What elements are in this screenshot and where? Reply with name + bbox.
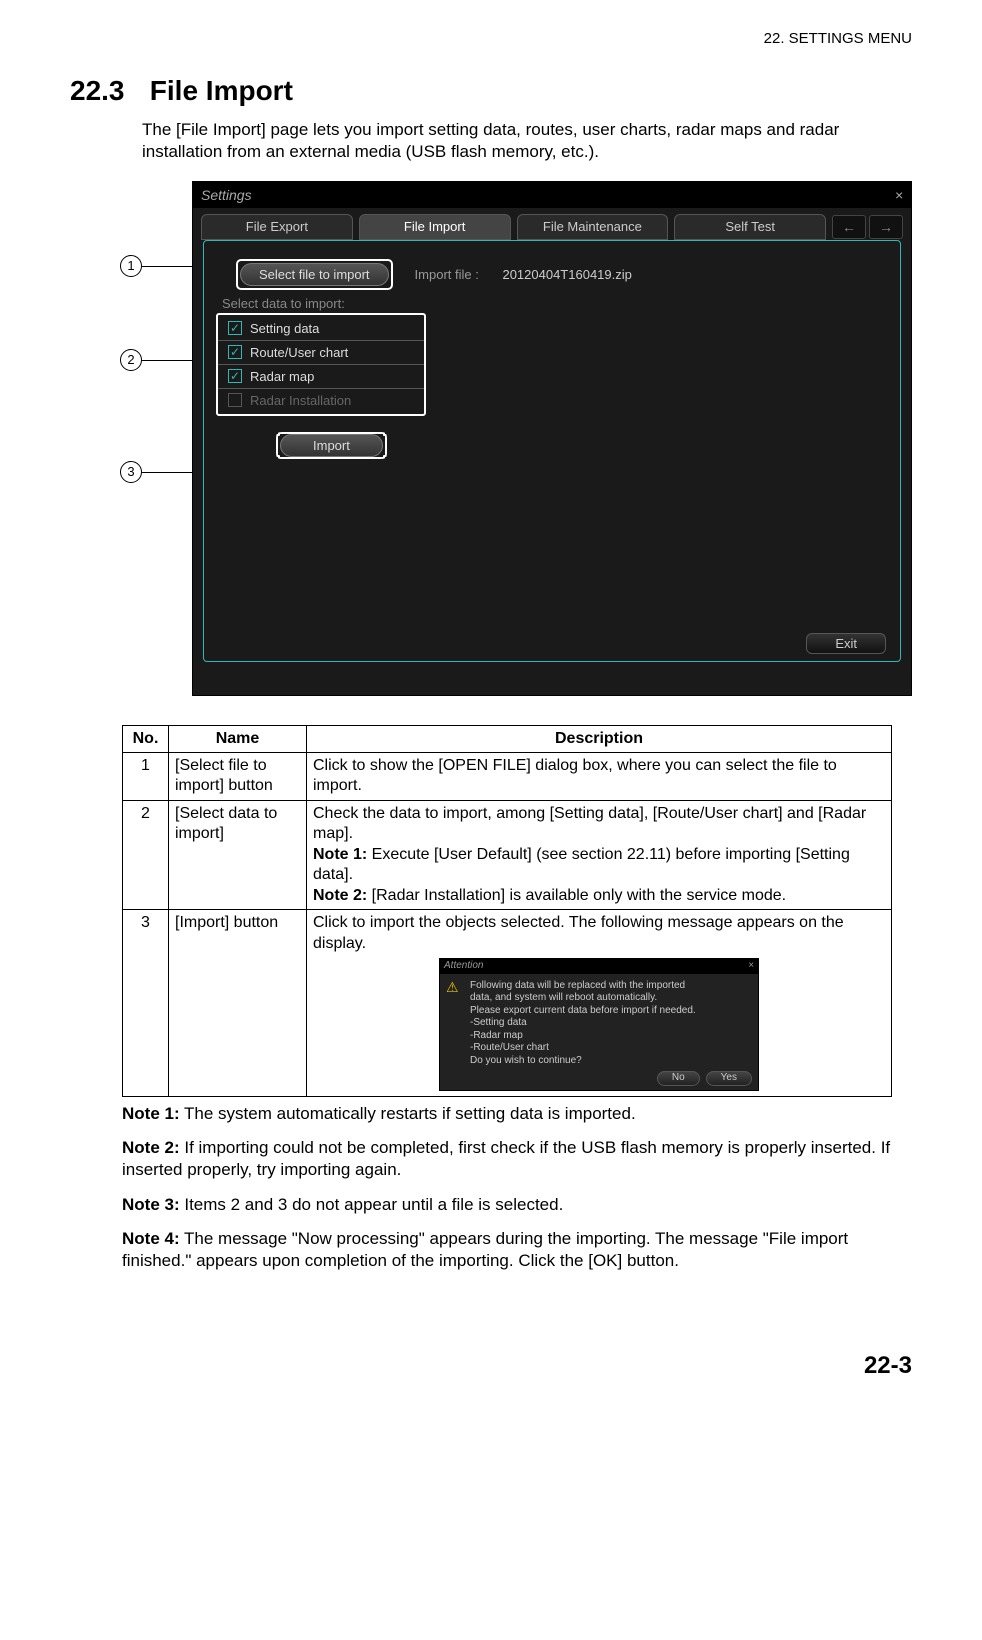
select-file-button[interactable]: Select file to import [240, 263, 389, 286]
attention-dialog: Attention × ⚠ Following data will be rep… [439, 958, 759, 1091]
tab-file-export[interactable]: File Export [201, 214, 353, 240]
callout-3: 3 [120, 461, 142, 483]
tab-next-button[interactable]: → [869, 215, 903, 239]
th-name: Name [169, 725, 307, 752]
cell-name-1: [Select file to import] button [169, 752, 307, 800]
cell-no-2: 2 [123, 800, 169, 909]
import-file-name: 20120404T160419.zip [502, 267, 631, 282]
label-route-user-chart: Route/User chart [250, 345, 348, 360]
tab-file-import[interactable]: File Import [359, 214, 511, 240]
callout-2: 2 [120, 349, 142, 371]
exit-button[interactable]: Exit [806, 633, 886, 654]
tab-self-test[interactable]: Self Test [674, 214, 826, 240]
import-file-label: Import file : [415, 267, 479, 282]
callout-1: 1 [120, 255, 142, 277]
label-radar-map: Radar map [250, 369, 314, 384]
description-table: No. Name Description 1 [Select file to i… [122, 725, 892, 1098]
section-number: 22.3 [70, 75, 142, 107]
page-number: 22-3 [70, 1352, 912, 1380]
dialog-yes-button[interactable]: Yes [706, 1071, 752, 1086]
tab-file-maintenance[interactable]: File Maintenance [517, 214, 669, 240]
dialog-text: Following data will be replaced with the… [470, 980, 696, 1068]
checkbox-radar-map[interactable]: ✓ [228, 369, 242, 383]
table-row: 1 [Select file to import] button Click t… [123, 752, 892, 800]
label-setting-data: Setting data [250, 321, 319, 336]
label-radar-installation: Radar Installation [250, 393, 351, 408]
cell-desc-3: Click to import the objects selected. Th… [307, 910, 892, 1097]
arrow-left-icon: ← [842, 219, 856, 235]
panel: Select file to import Import file : 2012… [203, 240, 901, 662]
screenshot-figure: 1 2 3 Settings × File Export File Import… [120, 181, 912, 711]
checkbox-setting-data[interactable]: ✓ [228, 321, 242, 335]
cell-name-2: [Select data to import] [169, 800, 307, 909]
cell-no-3: 3 [123, 910, 169, 1097]
window-title: Settings [201, 187, 252, 203]
arrow-right-icon: → [879, 219, 893, 235]
dialog-close-icon[interactable]: × [748, 960, 754, 973]
chapter-header: 22. SETTINGS MENU [70, 30, 912, 47]
intro-paragraph: The [File Import] page lets you import s… [142, 119, 912, 163]
cell-name-3: [Import] button [169, 910, 307, 1097]
section-title-text: File Import [150, 75, 293, 106]
cell-no-1: 1 [123, 752, 169, 800]
warning-icon: ⚠ [446, 980, 464, 996]
cell-desc-2: Check the data to import, among [Setting… [307, 800, 892, 909]
window-titlebar: Settings × [193, 182, 911, 208]
import-button[interactable]: Import [280, 434, 383, 457]
dialog-no-button[interactable]: No [657, 1071, 700, 1086]
select-data-group: ✓ Setting data ✓ Route/User chart ✓ Rada… [216, 313, 426, 416]
dialog-title: Attention [444, 960, 483, 973]
th-desc: Description [307, 725, 892, 752]
close-icon[interactable]: × [895, 187, 903, 203]
notes-block: Note 1: The system automatically restart… [122, 1103, 912, 1272]
settings-window: Settings × File Export File Import File … [192, 181, 912, 696]
checkbox-route-user-chart[interactable]: ✓ [228, 345, 242, 359]
table-row: 3 [Import] button Click to import the ob… [123, 910, 892, 1097]
section-title: 22.3 File Import [70, 75, 912, 107]
cell-desc-1: Click to show the [OPEN FILE] dialog box… [307, 752, 892, 800]
tab-prev-button[interactable]: ← [832, 215, 866, 239]
th-no: No. [123, 725, 169, 752]
checkbox-radar-installation [228, 393, 242, 407]
table-row: 2 [Select data to import] Check the data… [123, 800, 892, 909]
select-data-label: Select data to import: [216, 294, 426, 313]
